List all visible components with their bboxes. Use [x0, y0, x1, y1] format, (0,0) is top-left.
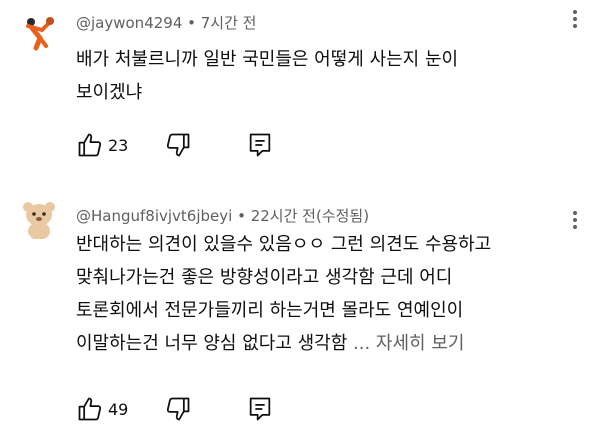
- comment-time: 7시간 전: [200, 14, 257, 32]
- comment-text-line-last: 이말하는건 너무 양심 없다고 생각함 ... 자세히 보기: [76, 327, 576, 360]
- comment-text: 반대하는 의견이 있을수 있음ㅇㅇ 그런 의견도 수용하고 맞춰나가는건 좋은 …: [76, 228, 576, 360]
- comment-time: 22시간 전(수정됨): [250, 207, 370, 225]
- comment-text-line: 보이겠냐: [76, 82, 143, 103]
- bear-avatar-icon: [18, 197, 60, 239]
- dislike-button[interactable]: [164, 395, 192, 423]
- basketball-player-avatar-icon: [18, 10, 60, 52]
- author-name[interactable]: @jaywon4294: [76, 14, 182, 32]
- like-button[interactable]: 49: [76, 395, 128, 423]
- comment-text-line: 배가 처불르니까 일반 국민들은 어떻게 사는지 눈이: [76, 49, 459, 70]
- comment-text-line: 이말하는건 너무 양심 없다고 생각함: [76, 333, 348, 354]
- comment: @jaywon4294 • 7시간 전 배가 처불르니까 일반 국민들은 어떻게…: [0, 0, 600, 175]
- avatar[interactable]: [18, 10, 60, 52]
- comment-text-line: 토론회에서 전문가들끼리 하는거면 몰라도 연예인이: [76, 300, 464, 321]
- comment: @Hanguf8ivjvt6jbeyi • 22시간 전(수정됨) 반대하는 의…: [0, 185, 600, 448]
- reply-button[interactable]: [246, 395, 274, 423]
- like-button[interactable]: 23: [76, 131, 128, 159]
- dislike-button[interactable]: [164, 131, 192, 159]
- avatar[interactable]: [18, 197, 60, 239]
- meta-separator: •: [182, 14, 201, 32]
- comment-meta: @Hanguf8ivjvt6jbeyi • 22시간 전(수정됨): [76, 205, 369, 226]
- like-count: 23: [108, 136, 129, 155]
- like-count: 49: [108, 400, 129, 419]
- read-more-link[interactable]: ... 자세히 보기: [353, 333, 464, 354]
- reply-button[interactable]: [246, 131, 274, 159]
- thumb-up-icon: [78, 133, 102, 157]
- author-name[interactable]: @Hanguf8ivjvt6jbeyi: [76, 207, 232, 225]
- reply-icon: [249, 397, 271, 421]
- thumb-up-icon: [78, 397, 102, 421]
- comment-text-line: 반대하는 의견이 있을수 있음ㅇㅇ 그런 의견도 수용하고: [76, 234, 492, 255]
- thumb-down-icon: [166, 133, 190, 157]
- more-vert-icon[interactable]: [572, 10, 578, 30]
- reply-icon: [249, 133, 271, 157]
- comment-text: 배가 처불르니까 일반 국민들은 어떻게 사는지 눈이 보이겠냐: [76, 43, 576, 109]
- comment-meta: @jaywon4294 • 7시간 전: [76, 12, 256, 33]
- comment-text-line: 맞춰나가는건 좋은 방향성이라고 생각함 근데 어디: [76, 267, 453, 288]
- meta-separator: •: [232, 207, 251, 225]
- thumb-down-icon: [166, 397, 190, 421]
